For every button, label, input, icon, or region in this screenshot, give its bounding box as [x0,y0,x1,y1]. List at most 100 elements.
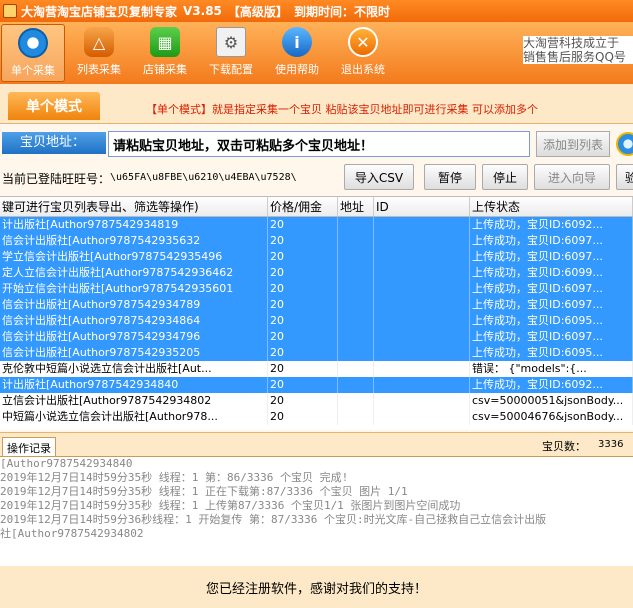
promo-text: 大淘营科技成立于 销售售后服务QQ号 [523,36,633,64]
cell-status: 上传成功，宝贝ID:6092... [470,377,633,393]
download-config-icon: ⚙ [216,27,246,57]
table-row[interactable]: 中短篇小说选立信会计出版社[Author978... 20 csv=50004676… [0,409,633,425]
operation-log[interactable]: [Author9787542934840 2019年12月7日14时59分35秒 … [0,456,633,566]
list-collect-button[interactable]: △ 列表采集 [67,24,131,82]
cell-status: csv=50004676&jsonBody... [470,409,633,425]
table-row[interactable]: 信会计出版社[Author9787542934796 20 上传成功，宝贝ID:60… [0,329,633,345]
cell-address [338,249,374,265]
cell-status: 上传成功，宝贝ID:6092... [470,217,633,233]
status-footer: 您已经注册软件，感谢对我们的支持！ [0,566,633,608]
cell-title: 克伦敦中短篇小说选立信会计出版社[Aut... [0,361,268,377]
item-table: 键可进行宝贝列表导出、筛选等操作) 价格/佣金 地址 ID 上传状态 计出版社[… [0,196,633,430]
col-title-header[interactable]: 键可进行宝贝列表导出、筛选等操作) [0,197,268,216]
cell-status: 上传成功，宝贝ID:6099... [470,265,633,281]
verify-button[interactable]: 验 [616,164,633,190]
log-line: 2019年12月7日14时59分36秒线程：1 开始复传 第：87/3336 个… [0,513,547,526]
app-version: V3.85 [183,4,222,18]
log-line: [Author9787542934840 [0,457,133,470]
table-row[interactable]: 信会计出版社[Author9787542934789 20 上传成功，宝贝ID:60… [0,297,633,313]
stop-button[interactable]: 停止 [482,164,528,190]
exit-icon: ✕ [348,27,378,57]
cell-id [374,249,470,265]
main-toolbar: 单个采集 △ 列表采集 ▦ 店铺采集 ⚙ 下载配置 i 使用帮助 ✕ 退出系统 … [0,22,633,84]
col-address-header[interactable]: 地址 [338,197,374,216]
help-button[interactable]: i 使用帮助 [265,24,329,82]
app-edition: 【高级版】 [227,4,288,19]
list-collect-label: 列表采集 [77,63,121,76]
wangwang-label: 当前已登陆旺旺号： [2,172,111,186]
cell-status: 上传成功，宝贝ID:6097... [470,297,633,313]
cell-price: 20 [268,233,338,249]
col-id-header[interactable]: ID [374,197,470,216]
cell-address [338,361,374,377]
log-line: 社[Author9787542934802 [0,527,144,540]
log-line: 2019年12月7日14时59分35秒 线程：1 上传第87/3336 个宝贝1… [0,499,461,512]
table-row[interactable]: 信会计出版社[Author9787542935632 20 上传成功，宝贝ID:60… [0,233,633,249]
cell-title: 学立信会计出版社[Author9787542935496 [0,249,268,265]
table-row[interactable]: 克伦敦中短篇小说选立信会计出版社[Aut... 20 错误： {"models":{… [0,361,633,377]
mode-description: 【单个模式】就是指定采集一个宝贝 粘贴该宝贝地址即可进行采集 可以添加多个 [146,103,538,116]
title-bar: 大淘营淘宝店铺宝贝复制专家 V3.85 【高级版】 到期时间：不限时 [0,0,633,22]
cell-id [374,377,470,393]
promo-line-1: 大淘营科技成立于 [523,36,620,50]
list-collect-icon: △ [84,27,114,57]
table-row[interactable]: 信会计出版社[Author9787542935205 20 上传成功，宝贝ID:60… [0,345,633,361]
cell-title: 计出版社[Author9787542934819 [0,217,268,233]
table-row[interactable]: 学立信会计出版社[Author9787542935496 20 上传成功，宝贝ID:… [0,249,633,265]
cell-price: 20 [268,265,338,281]
cell-address [338,377,374,393]
table-row[interactable]: 计出版社[Author9787542934840 20 上传成功，宝贝ID:6092… [0,377,633,393]
import-csv-button[interactable]: 导入CSV [344,164,414,190]
download-config-label: 下载配置 [209,63,253,76]
table-row[interactable]: 定人立信会计出版社[Author9787542936462 20 上传成功，宝贝ID… [0,265,633,281]
add-to-list-button[interactable]: 添加到列表 [536,131,610,157]
cell-id [374,217,470,233]
shop-collect-label: 店铺采集 [143,63,187,76]
log-line: 2019年12月7日14时59分35秒 线程：1 第：86/3336 个宝贝 完… [0,471,349,484]
table-row[interactable]: 开始立信会计出版社[Author9787542935601 20 上传成功，宝贝ID… [0,281,633,297]
cell-title: 信会计出版社[Author9787542934789 [0,297,268,313]
cell-price: 20 [268,313,338,329]
tab-single-mode[interactable]: 单个模式 [8,92,100,120]
exit-label: 退出系统 [341,63,385,76]
cell-price: 20 [268,361,338,377]
cell-address [338,393,374,409]
col-price-header[interactable]: 价格/佣金 [268,197,338,216]
cell-title: 开始立信会计出版社[Author9787542935601 [0,281,268,297]
download-config-button[interactable]: ⚙ 下载配置 [199,24,263,82]
cell-id [374,329,470,345]
cell-price: 20 [268,297,338,313]
pause-button[interactable]: 暂停 [424,164,476,190]
single-collect-label: 单个采集 [11,64,55,77]
cell-id [374,409,470,425]
account-row: 当前已登陆旺旺号： \u65FA\u8FBE\u6210\u4EBA\u7528… [0,162,633,192]
log-line: 2019年12月7日14时59分35秒 线程：1 正在下载第:87/3336 个… [0,485,408,498]
cell-title: 中短篇小说选立信会计出版社[Author978... [0,409,268,425]
browser-icon[interactable] [616,132,633,156]
exit-button[interactable]: ✕ 退出系统 [331,24,395,82]
cell-title: 计出版社[Author9787542934840 [0,377,268,393]
cell-price: 20 [268,393,338,409]
cell-price: 20 [268,409,338,425]
tab-operation-log[interactable]: 操作记录 [2,437,56,457]
cell-title: 信会计出版社[Author9787542934864 [0,313,268,329]
guide-button[interactable]: 进入向导 [534,164,610,190]
cell-address [338,409,374,425]
table-row[interactable]: 计出版社[Author9787542934819 20 上传成功，宝贝ID:6092… [0,217,633,233]
shop-collect-button[interactable]: ▦ 店铺采集 [133,24,197,82]
item-url-input[interactable] [108,131,530,157]
cell-id [374,297,470,313]
expire-time: 到期时间：不限时 [293,4,390,19]
cell-status: 上传成功，宝贝ID:6097... [470,233,633,249]
cell-address [338,281,374,297]
col-status-header[interactable]: 上传状态 [470,197,633,216]
cell-address [338,313,374,329]
table-row[interactable]: 立信会计出版社[Author9787542934802 20 csv=5000005… [0,393,633,409]
table-row[interactable]: 信会计出版社[Author9787542934864 20 上传成功，宝贝ID:60… [0,313,633,329]
magnify-single-icon [18,28,48,58]
single-collect-button[interactable]: 单个采集 [1,24,65,82]
cell-status: 上传成功，宝贝ID:6097... [470,329,633,345]
cell-price: 20 [268,249,338,265]
cell-price: 20 [268,281,338,297]
cell-id [374,361,470,377]
